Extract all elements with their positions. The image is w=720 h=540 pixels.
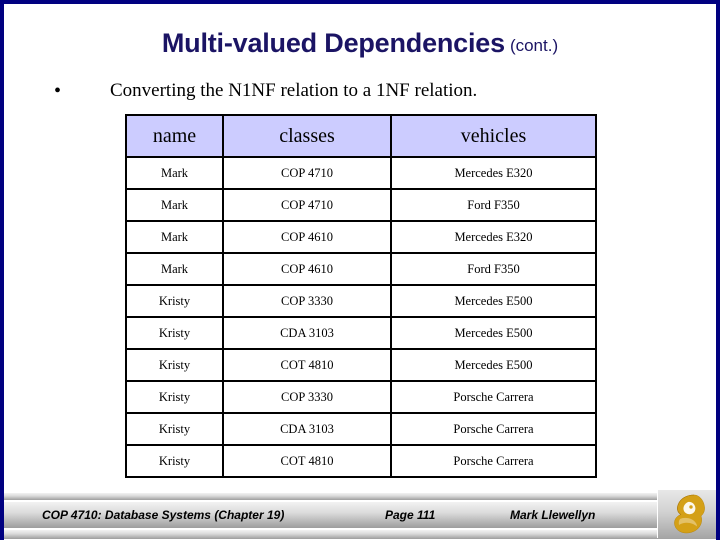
pegasus-icon [674, 494, 705, 534]
table-header-row: name classes vehicles [125, 114, 597, 158]
cell-vehicles: Mercedes E500 [390, 284, 597, 318]
table-row: Kristy CDA 3103 Porsche Carrera [125, 412, 597, 446]
slide-border-top [0, 0, 720, 4]
cell-classes: COP 3330 [222, 380, 392, 414]
bullet-icon: • [54, 80, 62, 102]
page-title-main: Multi-valued Dependencies [161, 28, 505, 58]
cell-classes: COT 4810 [222, 444, 392, 478]
cell-name: Mark [125, 252, 224, 286]
footer-bar-top [4, 492, 716, 500]
column-header-classes: classes [222, 114, 392, 158]
cell-vehicles: Mercedes E320 [390, 156, 597, 190]
cell-name: Mark [125, 156, 224, 190]
bullet-line: • Converting the N1NF relation to a 1NF … [54, 79, 674, 103]
slide-border-left [0, 0, 4, 540]
table-row: Kristy COP 3330 Porsche Carrera [125, 380, 597, 414]
table-row: Kristy COP 3330 Mercedes E500 [125, 284, 597, 318]
cell-name: Kristy [125, 412, 224, 446]
slide-footer: COP 4710: Database Systems (Chapter 19) … [4, 490, 716, 539]
cell-vehicles: Porsche Carrera [390, 444, 597, 478]
table-row: Mark COP 4610 Mercedes E320 [125, 220, 597, 254]
table-row: Mark COP 4710 Mercedes E320 [125, 156, 597, 190]
cell-classes: COT 4810 [222, 348, 392, 382]
bullet-line-text: Converting the N1NF relation to a 1NF re… [110, 80, 478, 101]
cell-name: Kristy [125, 380, 224, 414]
footer-course-label: COP 4710: Database Systems (Chapter 19) [42, 508, 285, 522]
cell-vehicles: Mercedes E500 [390, 348, 597, 382]
cell-name: Mark [125, 220, 224, 254]
cell-classes: CDA 3103 [222, 316, 392, 350]
cell-name: Mark [125, 188, 224, 222]
slide-border-right [716, 0, 720, 540]
footer-bar-main: COP 4710: Database Systems (Chapter 19) … [4, 501, 716, 528]
cell-classes: COP 3330 [222, 284, 392, 318]
table-row: Mark COP 4610 Ford F350 [125, 252, 597, 286]
page-title-suffix: (cont.) [509, 36, 559, 55]
footer-page-number: Page 111 [385, 508, 436, 522]
cell-vehicles: Ford F350 [390, 188, 597, 222]
column-header-name: name [125, 114, 224, 158]
footer-bar-bottom [4, 529, 716, 539]
cell-classes: COP 4610 [222, 252, 392, 286]
table-row: Mark COP 4710 Ford F350 [125, 188, 597, 222]
cell-name: Kristy [125, 348, 224, 382]
footer-author-label: Mark Llewellyn [510, 508, 596, 522]
cell-name: Kristy [125, 444, 224, 478]
cell-classes: COP 4710 [222, 156, 392, 190]
cell-vehicles: Porsche Carrera [390, 412, 597, 446]
slide-canvas: Multi-valued Dependencies (cont.) • Conve… [0, 0, 720, 540]
cell-name: Kristy [125, 284, 224, 318]
cell-vehicles: Mercedes E320 [390, 220, 597, 254]
column-header-vehicles: vehicles [390, 114, 597, 158]
cell-classes: COP 4710 [222, 188, 392, 222]
table-row: Kristy CDA 3103 Mercedes E500 [125, 316, 597, 350]
relation-table: name classes vehicles Mark COP 4710 Merc… [125, 114, 597, 478]
cell-classes: CDA 3103 [222, 412, 392, 446]
cell-name: Kristy [125, 316, 224, 350]
page-title: Multi-valued Dependencies (cont.) [0, 30, 720, 57]
cell-vehicles: Mercedes E500 [390, 316, 597, 350]
cell-vehicles: Ford F350 [390, 252, 597, 286]
cell-vehicles: Porsche Carrera [390, 380, 597, 414]
cell-classes: COP 4610 [222, 220, 392, 254]
table-row: Kristy COT 4810 Porsche Carrera [125, 444, 597, 478]
table-row: Kristy COT 4810 Mercedes E500 [125, 348, 597, 382]
ucf-pegasus-logo [657, 490, 716, 538]
